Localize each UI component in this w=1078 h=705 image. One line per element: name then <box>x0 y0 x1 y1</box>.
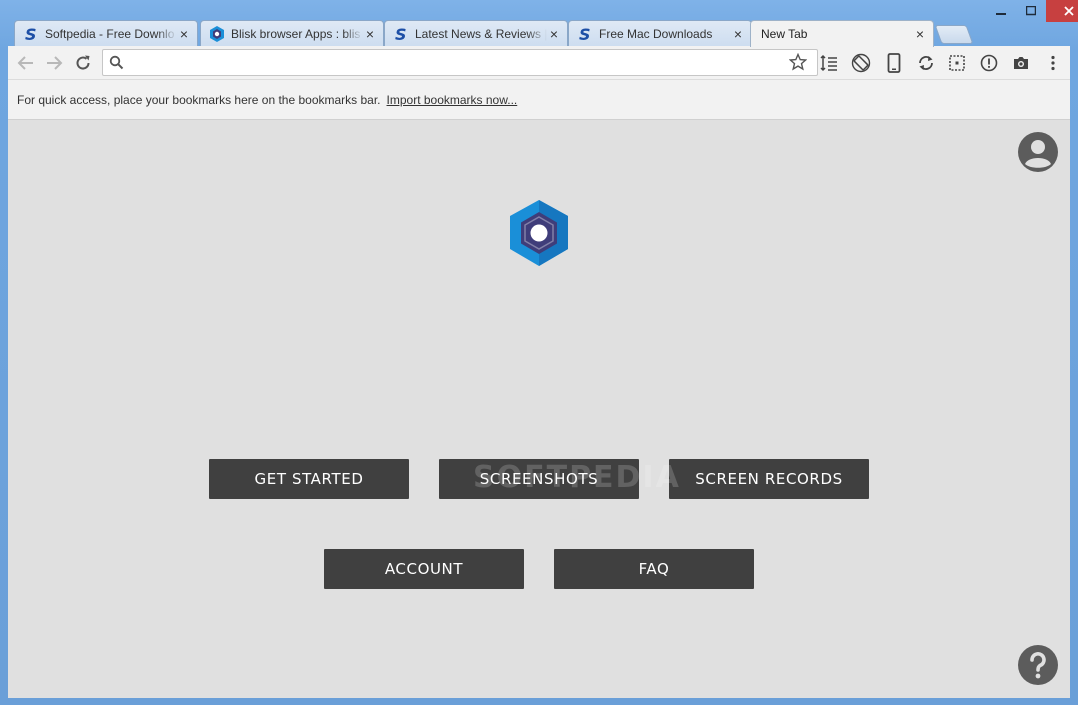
star-icon[interactable] <box>788 52 808 76</box>
tab-blisk-apps[interactable]: Blisk browser Apps : blis × <box>200 20 384 46</box>
phone-icon[interactable] <box>883 52 905 74</box>
camera-icon[interactable] <box>1010 52 1032 74</box>
tab-latest-news[interactable]: S Latest News & Reviews | × <box>384 20 568 46</box>
devices-list-icon[interactable] <box>818 52 840 74</box>
back-icon[interactable] <box>15 52 37 74</box>
rotate-icon[interactable] <box>850 52 872 74</box>
svg-text:S: S <box>579 26 591 42</box>
tab-close-icon[interactable]: × <box>363 27 377 41</box>
softpedia-s-icon: S <box>393 26 409 42</box>
tab-title: Blisk browser Apps : blis <box>231 26 361 41</box>
maximize-icon[interactable] <box>1016 0 1046 22</box>
blisk-icon <box>209 25 225 42</box>
get-started-button[interactable]: GET STARTED <box>209 459 409 499</box>
svg-text:S: S <box>395 26 407 42</box>
tab-softpedia[interactable]: S Softpedia - Free Downlo × <box>14 20 198 46</box>
forward-icon[interactable] <box>43 52 65 74</box>
search-icon <box>109 55 124 75</box>
bookmarks-message: For quick access, place your bookmarks h… <box>17 92 381 107</box>
tab-title: Latest News & Reviews | <box>415 26 547 41</box>
help-icon[interactable] <box>1018 645 1058 685</box>
analytics-alert-icon[interactable] <box>978 52 1000 74</box>
window-controls <box>986 0 1078 22</box>
tab-free-mac-downloads[interactable]: S Free Mac Downloads × <box>568 20 752 46</box>
faq-button[interactable]: FAQ <box>554 549 754 589</box>
address-input[interactable] <box>129 52 783 75</box>
screenshots-button[interactable]: SCREENSHOTS <box>439 459 639 499</box>
toolbar <box>8 46 1070 80</box>
account-button[interactable]: ACCOUNT <box>324 549 524 589</box>
new-tab-button[interactable] <box>934 25 974 44</box>
address-bar[interactable] <box>102 49 818 76</box>
more-vert-icon[interactable] <box>1042 52 1064 74</box>
tab-close-icon[interactable]: × <box>547 27 561 41</box>
blisk-logo-icon <box>509 200 569 266</box>
import-bookmarks-link[interactable]: Import bookmarks now... <box>387 93 518 107</box>
minimize-icon[interactable] <box>986 0 1016 22</box>
tab-title: Softpedia - Free Downlo <box>45 26 175 41</box>
close-icon[interactable] <box>1046 0 1078 22</box>
softpedia-s-icon: S <box>577 26 593 42</box>
user-avatar-icon[interactable] <box>1018 132 1058 172</box>
tab-close-icon[interactable]: × <box>731 27 745 41</box>
tab-title: Free Mac Downloads <box>599 26 713 41</box>
screen-records-button[interactable]: SCREEN RECORDS <box>669 459 869 499</box>
tab-close-icon[interactable]: × <box>913 27 927 41</box>
svg-text:S: S <box>25 26 37 42</box>
reload-icon[interactable] <box>72 52 94 74</box>
tab-title: New Tab <box>761 27 808 41</box>
softpedia-s-icon: S <box>23 26 39 42</box>
tab-close-icon[interactable]: × <box>177 27 191 41</box>
tab-strip: S Softpedia - Free Downlo × Blisk browse… <box>8 20 1068 47</box>
bookmarks-bar: For quick access, place your bookmarks h… <box>8 80 1070 120</box>
new-tab-page: GET STARTED SCREENSHOTS SCREEN RECORDS A… <box>8 120 1070 698</box>
sync-icon[interactable] <box>915 52 937 74</box>
tab-new-tab[interactable]: New Tab × <box>750 20 934 47</box>
browser-window: S Softpedia - Free Downlo × Blisk browse… <box>0 0 1078 705</box>
layout-grid-icon[interactable] <box>946 52 968 74</box>
